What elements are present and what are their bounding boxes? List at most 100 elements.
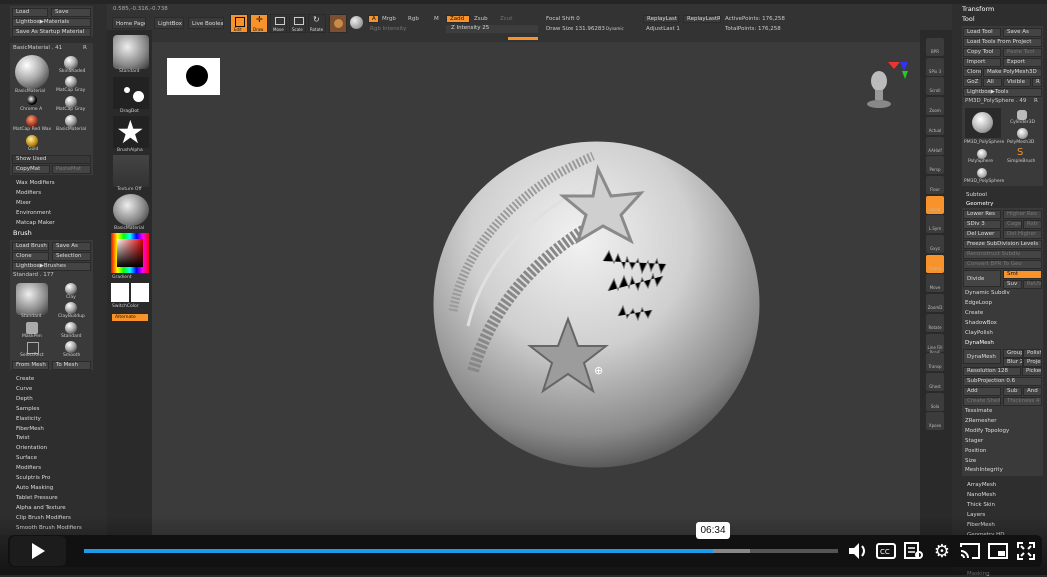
brush-submenu-item[interactable]: Samples — [16, 406, 40, 412]
brush-submenu-item[interactable]: FiberMesh — [16, 426, 44, 432]
move-button[interactable]: Move — [270, 14, 287, 33]
transcript-button[interactable] — [902, 539, 926, 563]
basic-material-thumb[interactable] — [15, 55, 49, 89]
dynamic-subdiv-menu[interactable]: Dynamic Subdiv — [965, 290, 1010, 296]
maskpen-brush-thumb[interactable] — [26, 322, 38, 334]
geometry-submenu-item[interactable]: Position — [965, 448, 986, 454]
brush-submenu-item[interactable]: Depth — [16, 396, 33, 402]
add-button[interactable]: Add — [963, 387, 1001, 396]
reconstruct-subdiv-button[interactable]: Reconstruct Subdiv — [963, 250, 1042, 259]
scale-button[interactable]: Scale — [289, 14, 306, 33]
rotate-button[interactable]: ↻ Rotate — [308, 14, 326, 33]
sub-button[interactable]: Sub — [1003, 387, 1022, 396]
resolution-slider[interactable]: Resolution 128 — [963, 367, 1021, 376]
adjust-last-slider[interactable]: AdjustLast 1 — [646, 26, 680, 32]
brush-submenu-item[interactable]: Auto Masking — [16, 485, 53, 491]
mixer-menu[interactable]: Mixer — [16, 200, 31, 206]
environment-menu[interactable]: Environment — [16, 210, 51, 216]
a-button[interactable]: A — [368, 15, 379, 23]
smt-toggle[interactable]: Smt — [1003, 270, 1042, 279]
convert-bpr-button[interactable]: Convert BPR To Geo — [963, 260, 1042, 269]
polymesh3d-thumb[interactable] — [1017, 128, 1028, 139]
brush-submenu-item[interactable]: Modifiers — [16, 465, 41, 471]
brush-submenu-item[interactable]: Alpha and Texture — [16, 505, 66, 511]
load-brush-button[interactable]: Load Brush — [12, 242, 49, 251]
geometry-submenu-item[interactable]: Tessimate — [965, 408, 992, 414]
dynamic-toggle[interactable]: Dynamic — [606, 26, 624, 31]
cylinder3d-thumb[interactable] — [1017, 110, 1027, 120]
simplebrush-thumb[interactable]: S — [1017, 147, 1023, 158]
dragdot-stroke-thumb[interactable] — [113, 77, 149, 109]
basic-material2-thumb[interactable] — [65, 115, 77, 127]
load-tools-from-project-button[interactable]: Load Tools From Project — [963, 38, 1042, 47]
tool-submenu-item[interactable]: Thick Skin — [967, 502, 995, 508]
skinshade-thumb[interactable] — [64, 56, 78, 70]
replay-last-rel-button[interactable]: ReplayLastRel — [683, 15, 721, 23]
goz-all-button[interactable]: All — [983, 78, 1002, 87]
rstr-button[interactable]: Rstr — [1023, 220, 1042, 229]
selection-brush-button[interactable]: SelectIon — [52, 252, 91, 261]
main-color-swatch[interactable] — [111, 283, 129, 302]
gradient-toggle[interactable]: Gradient — [112, 275, 132, 280]
matcap-maker-menu[interactable]: Matcap Maker — [16, 220, 55, 226]
edit-button[interactable]: Edit — [230, 14, 248, 33]
reuv-toggle[interactable]: ReUV — [1023, 280, 1042, 289]
zsub-toggle[interactable]: Zsub — [474, 16, 488, 22]
fullscreen-button[interactable] — [1014, 539, 1038, 563]
pm3d-sphere2-thumb[interactable] — [977, 168, 987, 178]
settings-button[interactable]: ⚙ — [930, 539, 954, 563]
m-toggle[interactable]: M — [434, 16, 439, 22]
geometry-submenu-item[interactable]: Modify Topology — [965, 428, 1009, 434]
wax-modifiers-menu[interactable]: Wax Modifiers — [16, 180, 55, 186]
save-tool-as-button[interactable]: Save As — [1003, 28, 1042, 37]
transform-menu[interactable]: Transform — [962, 5, 994, 13]
tool-menu[interactable]: Tool — [962, 15, 975, 23]
matcap-gray-thumb[interactable] — [65, 76, 77, 88]
current-tool-slider[interactable]: PM3D_PolySphere . 49 — [965, 98, 1026, 104]
del-lower-button[interactable]: Del Lower — [963, 230, 1001, 239]
clone-tool-button[interactable]: Clone — [963, 68, 982, 77]
material-slider-r[interactable]: R — [83, 45, 87, 51]
brush-submenu-item[interactable]: Create — [16, 376, 34, 382]
replay-last-button[interactable]: ReplayLast — [643, 15, 679, 23]
material-swatch-button[interactable] — [329, 14, 347, 33]
geometry-menu[interactable]: Geometry — [966, 201, 993, 207]
subprojection-slider[interactable]: SubProjection 0.6 — [963, 377, 1042, 386]
clone-brush-button[interactable]: Clone — [12, 252, 49, 261]
draw-size-slider[interactable]: Draw Size 131.96283 — [546, 26, 605, 32]
and-button[interactable]: And — [1023, 387, 1042, 396]
matcap-red-wax-thumb[interactable] — [26, 115, 38, 127]
copy-mat-button[interactable]: CopyMat — [12, 165, 50, 174]
current-tool-slider-r[interactable]: R — [1034, 98, 1038, 104]
load-material-button[interactable]: Load — [12, 8, 48, 17]
brush-submenu-item[interactable]: Twist — [16, 435, 30, 441]
texture-off-thumb[interactable] — [113, 155, 149, 187]
cage-button[interactable]: Cage — [1003, 220, 1022, 229]
paste-mat-button[interactable]: PasteMat — [52, 165, 91, 174]
lightbox-brushes-button[interactable]: Lightbox▶Brushes — [12, 262, 91, 271]
create-shell-button[interactable]: Create Shell — [963, 397, 1001, 406]
cast-button[interactable] — [958, 539, 982, 563]
mrgb-toggle[interactable]: Mrgb — [382, 16, 396, 22]
chrome-thumb[interactable] — [27, 95, 37, 105]
geometry-submenu-item[interactable]: Size — [965, 458, 976, 464]
polish-toggle[interactable]: Polish — [1023, 349, 1042, 358]
clay-brush-thumb[interactable] — [65, 283, 77, 295]
rgb-toggle[interactable]: Rgb — [408, 16, 419, 22]
save-startup-material-button[interactable]: Save As Startup Material — [12, 28, 91, 37]
sdiv-slider[interactable]: SDiv 3 — [963, 220, 1001, 229]
geometry-submenu-item[interactable]: MeshIntegrity — [965, 467, 1003, 473]
standard-brush-shelf-thumb[interactable] — [113, 35, 149, 69]
basic-material-slider[interactable]: BasicMaterial . 41 — [13, 45, 62, 51]
captions-button[interactable]: CC — [874, 539, 898, 563]
texture-icon[interactable] — [350, 16, 363, 29]
from-mesh-button[interactable]: From Mesh — [12, 361, 49, 370]
goz-button[interactable]: GoZ — [963, 78, 982, 87]
gold-thumb[interactable] — [26, 135, 38, 147]
lightbox-button[interactable]: LightBox — [154, 17, 184, 29]
standard-brush-slider[interactable]: Standard . 177 — [13, 272, 54, 278]
basic-material-shelf-thumb[interactable] — [113, 194, 149, 226]
alternate-button[interactable]: Alternate — [111, 313, 149, 322]
brush-submenu-item[interactable]: Elasticity — [16, 416, 41, 422]
higher-res-button[interactable]: Higher Res — [1003, 210, 1042, 219]
